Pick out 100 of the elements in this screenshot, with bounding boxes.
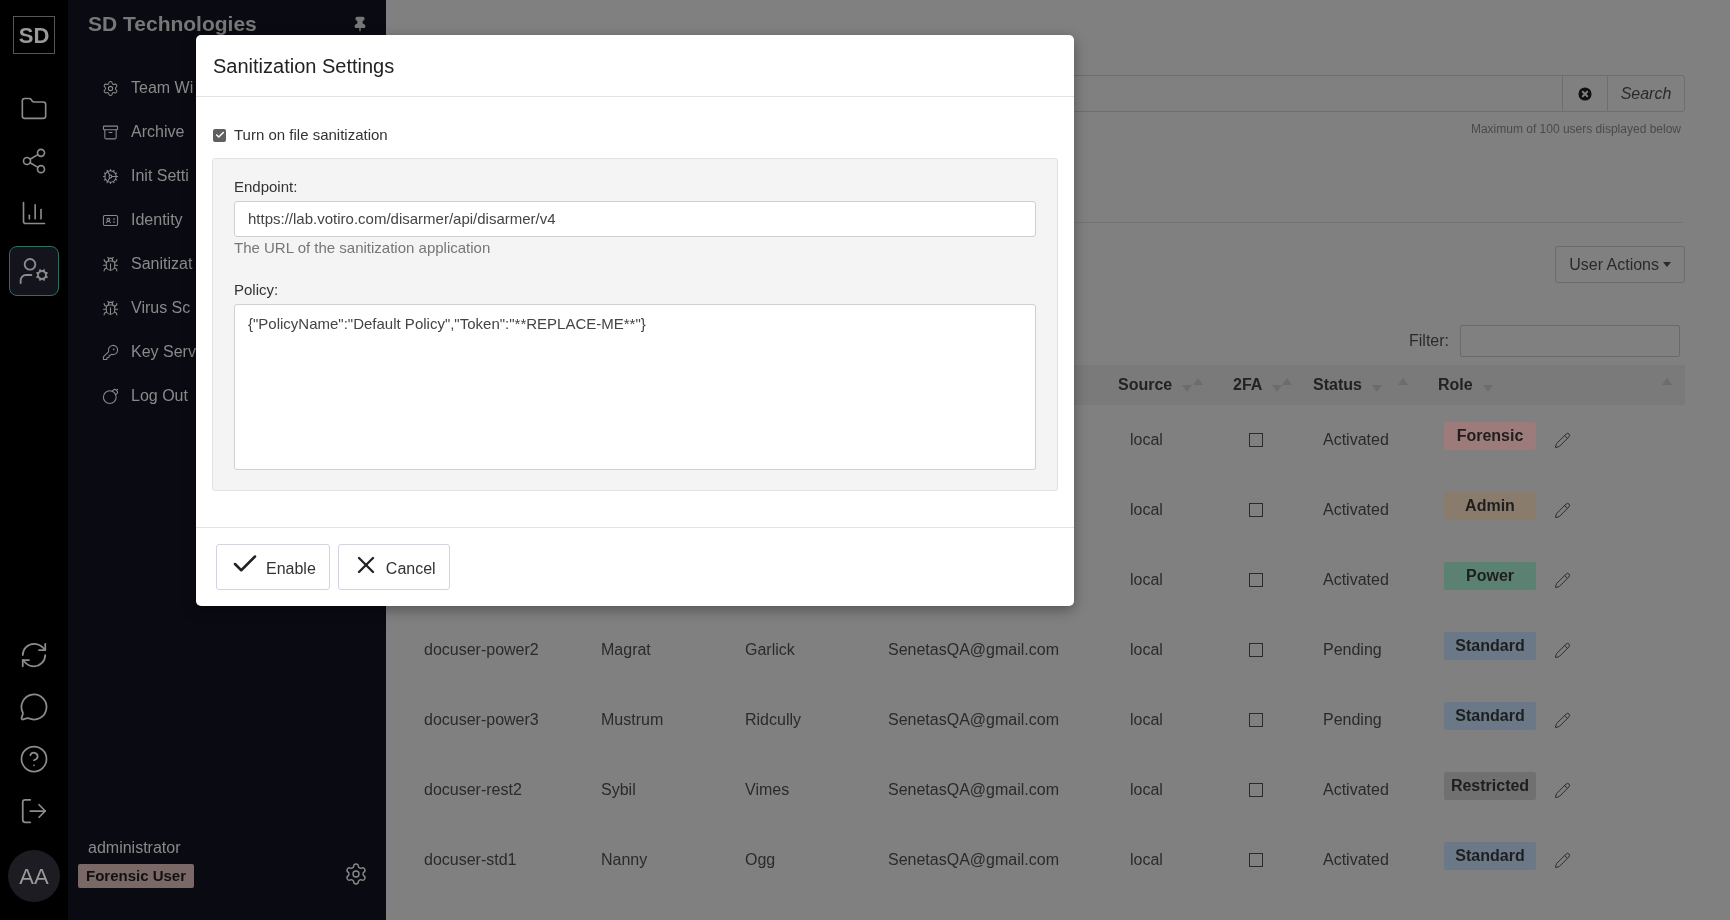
table-cell: local [1130,571,1163,588]
endpoint-field[interactable]: https://lab.votiro.com/disarmer/api/disarmer/v4 [234,201,1036,237]
checkbox[interactable] [1249,783,1263,797]
table-cell: Sybil [601,781,636,798]
cogs-icon [102,167,119,185]
table-cell: docuser-std1 [424,851,517,868]
clear-icon [1576,84,1594,103]
table-cell: docuser-rest2 [424,781,522,798]
sidebar-item[interactable]: Key Serv [131,340,196,364]
column-header[interactable]: Source [1118,373,1173,397]
role-badge: Standard [1444,842,1536,870]
user-settings-icon [18,255,50,287]
table-cell: local [1130,711,1163,728]
endpoint-help: The URL of the sanitization application [234,238,492,258]
sidebar-item[interactable]: Archive [131,120,185,144]
sidebar-item[interactable]: Identity [131,208,183,232]
checkbox[interactable] [1249,853,1263,867]
column-header[interactable]: Role [1438,373,1473,397]
table-cell: Garlick [745,641,795,658]
checkbox[interactable] [1249,573,1263,587]
check-icon [214,130,225,141]
table-cell: Activated [1323,851,1389,868]
table-cell: local [1130,851,1163,868]
sidebar-item[interactable]: Virus Sc [131,296,191,320]
checkbox-label: Turn on file sanitization [234,125,388,145]
bar-chart-icon [20,199,48,227]
role-badge: Admin [1444,492,1536,520]
checkbox[interactable] [1249,713,1263,727]
edit-icon[interactable] [1554,641,1571,659]
table-cell: Pending [1323,711,1382,728]
table-cell: local [1130,641,1163,658]
edit-icon[interactable] [1554,781,1571,799]
table-cell: SenetasQA@gmail.com [888,781,1059,798]
company-title: SD Technologies [88,11,257,38]
policy-label: Policy: [234,279,280,300]
role-badge: Standard [1444,702,1536,730]
checkbox[interactable] [1249,433,1263,447]
role-badge: Power [1444,562,1536,590]
logo: SD [13,16,55,54]
sidebar-item[interactable]: Sanitizat [131,252,193,276]
bug-icon [102,299,119,317]
enable-button[interactable]: Enable [216,544,330,590]
settings-icon[interactable] [344,862,368,886]
edit-icon[interactable] [1554,851,1571,869]
edit-icon[interactable] [1554,431,1571,449]
edit-icon[interactable] [1554,571,1571,589]
key-icon [102,343,119,361]
table-cell: Activated [1323,571,1389,588]
pin-icon[interactable] [352,16,368,32]
rail-button[interactable] [9,246,59,296]
table-cell: Ridcully [745,711,801,728]
table-cell: local [1130,501,1163,518]
chat-icon[interactable] [19,692,49,722]
sidebar-item[interactable]: Log Out [131,384,188,408]
checkbox[interactable] [1249,643,1263,657]
role-badge: Forensic User [78,863,195,888]
edit-icon[interactable] [1554,711,1571,729]
clear-button[interactable] [1563,75,1607,112]
table-cell: Vimes [745,781,790,798]
sidebar-item[interactable]: Team Wi [131,76,194,100]
table-cell: SenetasQA@gmail.com [888,851,1059,868]
table-cell: docuser-power2 [424,641,539,658]
help-icon[interactable] [19,744,49,774]
archive-icon [102,123,119,141]
table-cell: Activated [1323,431,1389,448]
table-cell: Mustrum [601,711,664,728]
policy-field[interactable]: {"PolicyName":"Default Policy","Token":"**REPLACE-ME**"} [234,304,1036,470]
table-cell: docuser-power3 [424,711,539,728]
table-cell: SenetasQA@gmail.com [888,641,1059,658]
table-cell: Magrat [601,641,651,658]
table-cell: local [1130,431,1163,448]
bomb-icon [102,387,119,405]
column-header[interactable]: Status [1313,373,1362,397]
table-cell: Pending [1323,641,1382,658]
table-cell: local [1130,781,1163,798]
avatar[interactable]: AA [8,850,60,902]
bug-icon [102,255,119,273]
cancel-button[interactable]: Cancel [337,544,450,590]
user-name: administrator [88,837,182,858]
dialog-title: Sanitization Settings [213,53,395,79]
share-icon [20,147,48,175]
filter-label: Filter: [1409,331,1449,351]
logout-icon[interactable] [19,796,49,826]
table-cell: Activated [1323,781,1389,798]
checkbox[interactable] [213,128,226,142]
table-cell: Nanny [601,851,648,868]
role-badge: Standard [1444,632,1536,660]
search-button[interactable]: Search [1607,75,1685,112]
refresh-icon[interactable] [19,640,49,670]
edit-icon[interactable] [1554,501,1571,519]
caret-icon [1663,262,1671,267]
table-cell: SenetasQA@gmail.com [888,711,1059,728]
column-header[interactable]: 2FA [1233,373,1263,397]
endpoint-label: Endpoint: [234,176,299,197]
role-badge: Forensic [1444,422,1536,450]
table-cell: Ogg [745,851,776,868]
table-cell: Activated [1323,501,1389,518]
sidebar-item[interactable]: Init Setti [131,164,189,188]
checkbox[interactable] [1249,503,1263,517]
user-actions-button[interactable]: User Actions [1555,246,1685,283]
